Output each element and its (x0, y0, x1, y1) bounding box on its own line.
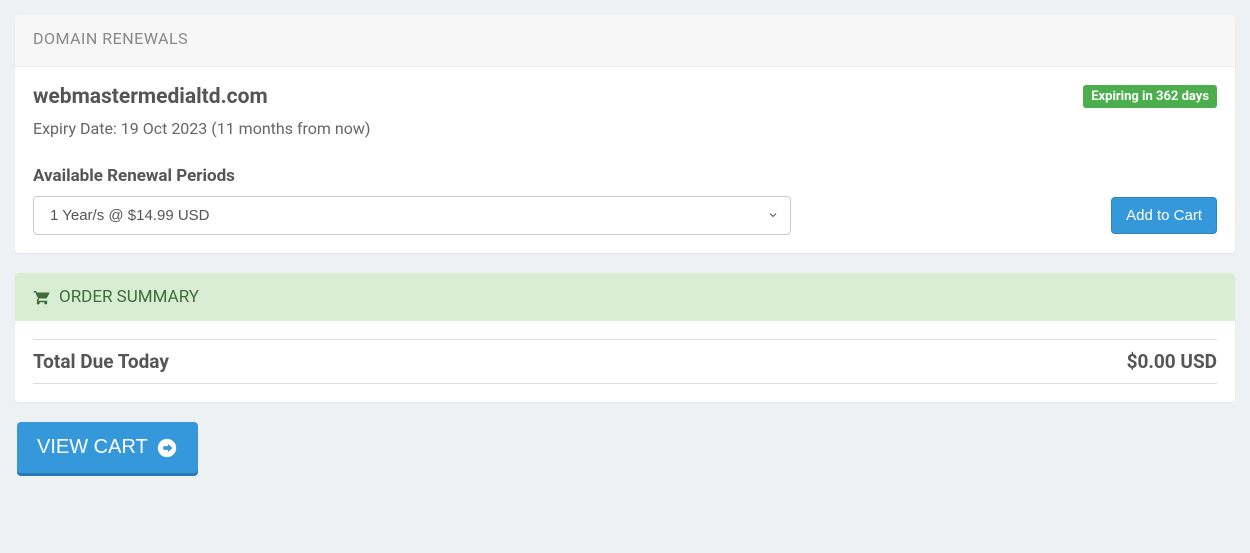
domain-name: webmastermedialtd.com (33, 85, 370, 109)
domain-renewals-title: DOMAIN RENEWALS (33, 29, 188, 48)
renewal-period-select-wrap: 1 Year/s @ $14.99 USD (33, 196, 791, 235)
expiring-badge: Expiring in 362 days (1083, 85, 1217, 108)
renewal-period-select[interactable]: 1 Year/s @ $14.99 USD (33, 196, 791, 235)
order-summary-title: ORDER SUMMARY (59, 287, 199, 307)
cart-icon (33, 288, 51, 306)
order-summary-body: Total Due Today $0.00 USD (15, 321, 1235, 402)
total-due-label: Total Due Today (33, 350, 169, 373)
view-cart-button[interactable]: VIEW CART (17, 422, 198, 473)
domain-row: webmastermedialtd.com Expiry Date: 19 Oc… (33, 85, 1217, 166)
domain-renewals-panel: DOMAIN RENEWALS webmastermedialtd.com Ex… (15, 15, 1235, 253)
expiry-date-text: Expiry Date: 19 Oct 2023 (11 months from… (33, 119, 370, 138)
order-summary-header: ORDER SUMMARY (15, 273, 1235, 321)
domain-info: webmastermedialtd.com Expiry Date: 19 Oc… (33, 85, 370, 166)
total-due-value: $0.00 USD (1127, 350, 1217, 373)
arrow-right-circle-icon (156, 437, 178, 459)
total-due-row: Total Due Today $0.00 USD (33, 339, 1217, 384)
actions-row: VIEW CART (15, 422, 1235, 473)
renewal-controls-row: 1 Year/s @ $14.99 USD Add to Cart (33, 196, 1217, 235)
domain-renewals-header: DOMAIN RENEWALS (15, 15, 1235, 67)
renewal-period-label: Available Renewal Periods (33, 166, 1217, 186)
view-cart-label: VIEW CART (37, 436, 148, 459)
add-to-cart-button[interactable]: Add to Cart (1111, 197, 1217, 234)
order-summary-panel: ORDER SUMMARY Total Due Today $0.00 USD (15, 273, 1235, 402)
domain-renewals-body: webmastermedialtd.com Expiry Date: 19 Oc… (15, 67, 1235, 253)
